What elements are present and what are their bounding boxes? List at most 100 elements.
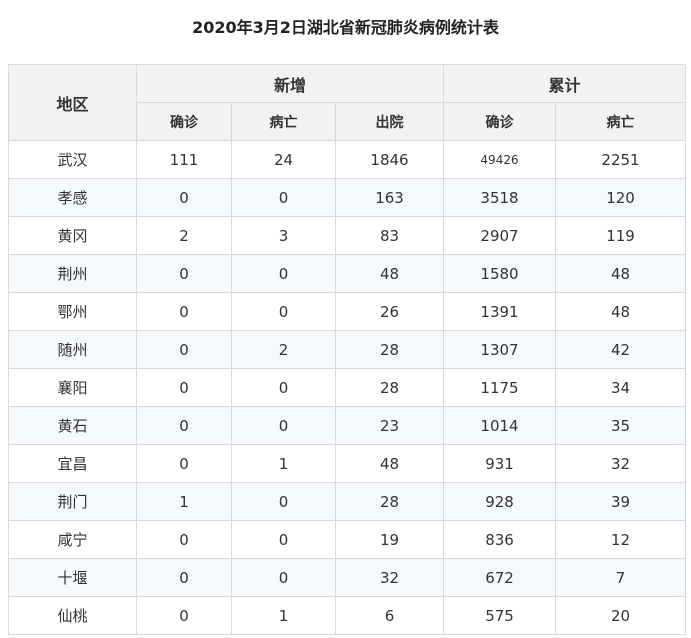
cell-new-discharged: 48 <box>334 254 445 293</box>
cell-cum-deaths: 2251 <box>555 140 687 179</box>
cell-cum-deaths: 7 <box>555 558 687 597</box>
cell-new-confirmed: 0 <box>136 596 232 635</box>
table-row: 襄阳 0 0 28 1175 34 <box>8 368 687 407</box>
cell-region: 襄阳 <box>8 368 137 407</box>
cell-new-discharged: 1846 <box>334 140 445 179</box>
cell-new-discharged: 48 <box>334 444 445 483</box>
header-region: 地区 <box>8 64 137 141</box>
header-cum-deaths: 病亡 <box>555 102 687 141</box>
cell-region: 荆州 <box>8 254 137 293</box>
table-row: 宜昌 0 1 48 931 32 <box>8 444 687 483</box>
cell-new-confirmed: 0 <box>136 558 232 597</box>
cell-new-discharged: 28 <box>334 368 445 407</box>
cell-cum-deaths: 39 <box>555 482 687 521</box>
cell-new-deaths: 0 <box>231 558 336 597</box>
cell-cum-confirmed: 575 <box>443 596 557 635</box>
cell-cum-confirmed: 1307 <box>443 330 557 369</box>
table-row: 荆州 0 0 48 1580 48 <box>8 254 687 293</box>
table-row: 仙桃 0 1 6 575 20 <box>8 596 687 635</box>
page-title: 2020年3月2日湖北省新冠肺炎病例统计表 <box>192 18 499 37</box>
table-body: 武汉 111 24 1846 49426 2251 孝感 0 0 163 3518 120 黄冈 2 3 83… <box>8 140 687 635</box>
table-row: 黄石 0 0 23 1014 35 <box>8 406 687 445</box>
cell-cum-deaths: 119 <box>555 216 687 255</box>
table-row: 黄冈 2 3 83 2907 119 <box>8 216 687 255</box>
header-new-confirmed: 确诊 <box>136 102 232 141</box>
cell-cum-confirmed: 3518 <box>443 178 557 217</box>
cell-new-confirmed: 0 <box>136 330 232 369</box>
cell-cum-confirmed: 49426 <box>443 140 557 179</box>
cell-new-deaths: 0 <box>231 482 336 521</box>
cell-cum-confirmed: 1014 <box>443 406 557 445</box>
cell-new-deaths: 1 <box>231 596 336 635</box>
cell-new-discharged: 19 <box>334 520 445 559</box>
cell-region: 孝感 <box>8 178 137 217</box>
cell-new-discharged: 28 <box>334 482 445 521</box>
cell-cum-confirmed: 1580 <box>443 254 557 293</box>
cell-new-deaths: 0 <box>231 254 336 293</box>
cell-region: 鄂州 <box>8 292 137 331</box>
header-cum-confirmed: 确诊 <box>443 102 557 141</box>
header-new-group: 新增 <box>135 64 445 103</box>
cell-new-discharged: 26 <box>334 292 445 331</box>
cell-cum-deaths: 48 <box>555 292 687 331</box>
cell-cum-deaths: 20 <box>555 596 687 635</box>
table-row: 咸宁 0 0 19 836 12 <box>8 520 687 559</box>
cell-cum-deaths: 42 <box>555 330 687 369</box>
cell-new-deaths: 0 <box>231 406 336 445</box>
cell-cum-confirmed: 928 <box>443 482 557 521</box>
cell-cum-confirmed: 2907 <box>443 216 557 255</box>
cell-region: 随州 <box>8 330 137 369</box>
table-row: 十堰 0 0 32 672 7 <box>8 558 687 597</box>
cell-new-discharged: 32 <box>334 558 445 597</box>
cell-cum-confirmed: 931 <box>443 444 557 483</box>
cell-new-deaths: 24 <box>231 140 336 179</box>
cell-new-confirmed: 0 <box>136 292 232 331</box>
cell-new-confirmed: 0 <box>136 254 232 293</box>
cell-new-confirmed: 0 <box>136 520 232 559</box>
cell-region: 武汉 <box>8 140 137 179</box>
cell-region: 荆门 <box>8 482 137 521</box>
cell-new-deaths: 0 <box>231 178 336 217</box>
cell-cum-deaths: 35 <box>555 406 687 445</box>
table-row: 武汉 111 24 1846 49426 2251 <box>8 140 687 179</box>
cell-new-discharged: 83 <box>334 216 445 255</box>
cell-cum-deaths: 32 <box>555 444 687 483</box>
cell-new-confirmed: 0 <box>136 178 232 217</box>
cell-new-discharged: 6 <box>334 596 445 635</box>
table-row: 孝感 0 0 163 3518 120 <box>8 178 687 217</box>
cell-new-deaths: 0 <box>231 368 336 407</box>
cell-cum-confirmed: 1175 <box>443 368 557 407</box>
header-new-deaths: 病亡 <box>231 102 336 141</box>
cell-new-confirmed: 0 <box>136 444 232 483</box>
cell-cum-confirmed: 672 <box>443 558 557 597</box>
cell-new-confirmed: 1 <box>136 482 232 521</box>
cell-new-deaths: 0 <box>231 520 336 559</box>
table-row: 鄂州 0 0 26 1391 48 <box>8 292 687 331</box>
cell-cum-deaths: 48 <box>555 254 687 293</box>
header-cumulative-group: 累计 <box>443 64 687 103</box>
cell-region: 黄冈 <box>8 216 137 255</box>
cell-region: 十堰 <box>8 558 137 597</box>
statistics-table: 地区 新增 累计 确诊 病亡 出院 确诊 病亡 武汉 111 24 1846 49426… <box>8 64 687 635</box>
cell-new-deaths: 1 <box>231 444 336 483</box>
cell-cum-deaths: 34 <box>555 368 687 407</box>
cell-new-confirmed: 111 <box>136 140 232 179</box>
cell-region: 宜昌 <box>8 444 137 483</box>
cell-region: 黄石 <box>8 406 137 445</box>
cell-cum-deaths: 120 <box>555 178 687 217</box>
table-row: 荆门 1 0 28 928 39 <box>8 482 687 521</box>
header-row-groups: 地区 新增 累计 <box>8 64 687 141</box>
cell-new-deaths: 3 <box>231 216 336 255</box>
cell-region: 咸宁 <box>8 520 137 559</box>
cell-new-confirmed: 0 <box>136 368 232 407</box>
cell-cum-deaths: 12 <box>555 520 687 559</box>
cell-new-confirmed: 2 <box>136 216 232 255</box>
cell-cum-confirmed: 836 <box>443 520 557 559</box>
cell-new-deaths: 0 <box>231 292 336 331</box>
table-row: 随州 0 2 28 1307 42 <box>8 330 687 369</box>
cell-region: 仙桃 <box>8 596 137 635</box>
cell-new-confirmed: 0 <box>136 406 232 445</box>
header-new-discharged: 出院 <box>334 102 445 141</box>
cell-new-discharged: 28 <box>334 330 445 369</box>
cell-new-discharged: 23 <box>334 406 445 445</box>
